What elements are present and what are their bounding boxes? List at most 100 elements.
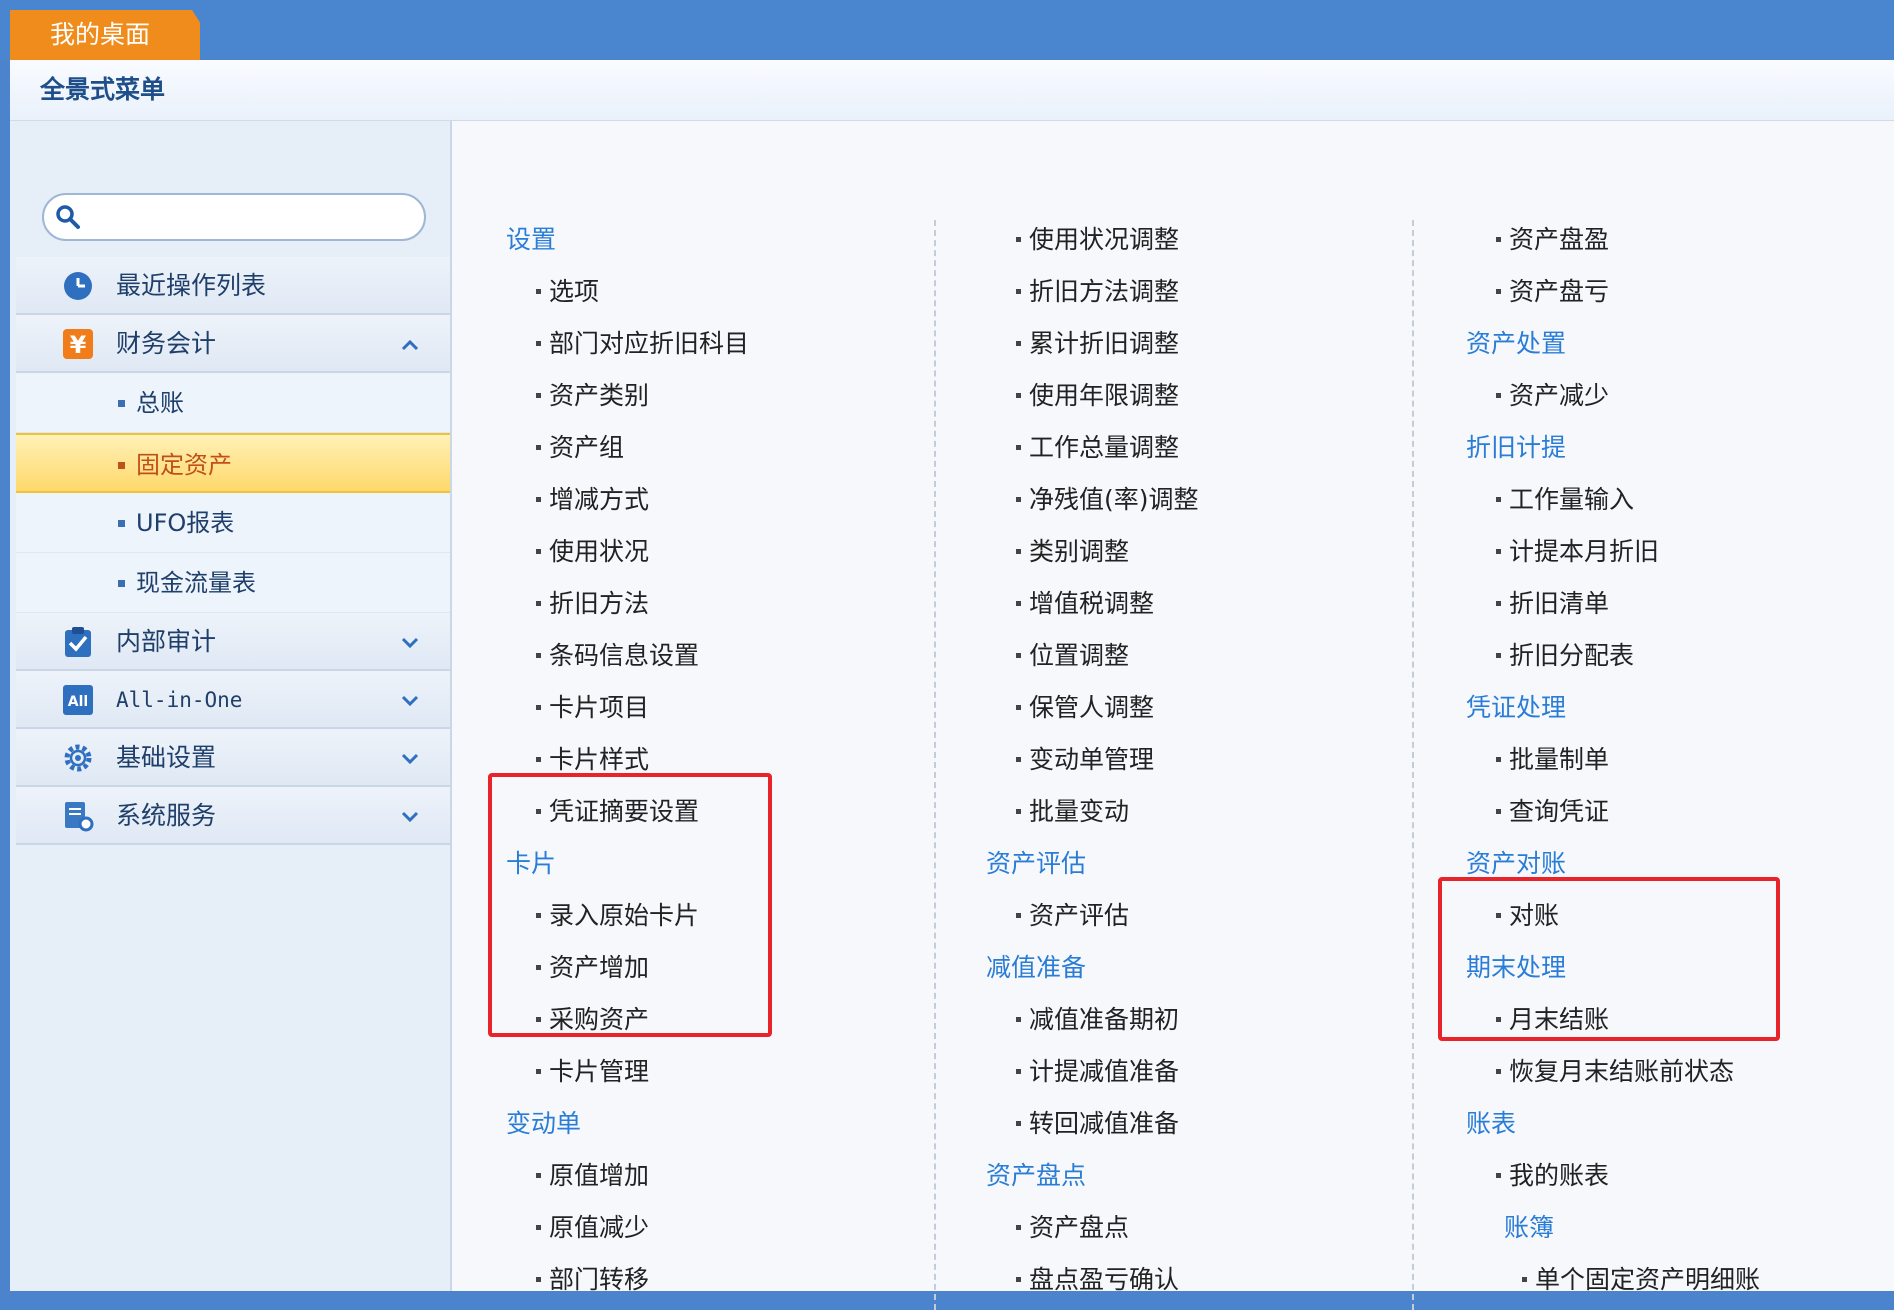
menu-section-heading[interactable]: 设置	[506, 220, 556, 260]
search-box[interactable]	[42, 193, 426, 241]
bullet-icon	[1496, 808, 1501, 814]
sidebar-item-general-ledger[interactable]: 总账	[16, 373, 450, 433]
menu-item[interactable]: 位置调整	[1016, 636, 1129, 676]
sidebar-group-system-service[interactable]: 系统服务	[16, 787, 450, 845]
menu-item[interactable]: 折旧方法调整	[1016, 272, 1179, 312]
sidebar-group-recent[interactable]: 最近操作列表	[16, 257, 450, 315]
menu-item[interactable]: 单个固定资产明细账	[1522, 1260, 1760, 1300]
menu-item-label: 查询凭证	[1509, 797, 1610, 826]
bullet-icon	[118, 462, 125, 469]
menu-item[interactable]: 计提减值准备	[1016, 1052, 1179, 1092]
sidebar-group-label: 系统服务	[116, 801, 217, 830]
menu-item[interactable]: 折旧方法	[536, 584, 649, 624]
menu-item[interactable]: 原值增加	[536, 1156, 649, 1196]
menu-section-heading[interactable]: 减值准备	[986, 948, 1086, 988]
menu-item[interactable]: 保管人调整	[1016, 688, 1154, 728]
menu-item[interactable]: 工作总量调整	[1016, 428, 1179, 468]
menu-item[interactable]: 卡片管理	[536, 1052, 649, 1092]
menu-item[interactable]: 资产盘点	[1016, 1208, 1129, 1248]
menu-item-label: 条码信息设置	[549, 641, 700, 670]
menu-item[interactable]: 增减方式	[536, 480, 649, 520]
highlight-box-cards	[488, 773, 772, 1037]
sidebar-item-ufo-report[interactable]: UFO报表	[16, 493, 450, 553]
menu-item-label: 计提减值准备	[1029, 1057, 1180, 1086]
tab-my-desktop[interactable]: 我的桌面	[10, 10, 200, 60]
menu-item[interactable]: 原值减少	[536, 1208, 649, 1248]
menu-item[interactable]: 转回减值准备	[1016, 1104, 1179, 1144]
menu-item[interactable]: 资产组	[536, 428, 624, 468]
menu-item-label: 卡片样式	[549, 745, 650, 774]
bullet-icon	[1496, 392, 1501, 398]
menu-item-label: 资产减少	[1509, 381, 1610, 410]
menu-item[interactable]: 折旧清单	[1496, 584, 1609, 624]
chevron-down-icon[interactable]	[400, 633, 420, 653]
search-icon[interactable]	[54, 203, 82, 231]
bullet-icon	[1016, 444, 1021, 450]
menu-item[interactable]: 计提本月折旧	[1496, 532, 1659, 572]
menu-item[interactable]: 累计折旧调整	[1016, 324, 1179, 364]
sidebar-group-audit[interactable]: 内部审计	[16, 613, 450, 671]
bullet-icon	[1016, 652, 1021, 658]
menu-section-heading[interactable]: 资产评估	[986, 844, 1086, 884]
bullet-icon	[1016, 1016, 1021, 1022]
menu-item[interactable]: 条码信息设置	[536, 636, 699, 676]
menu-section-heading[interactable]: 凭证处理	[1466, 688, 1566, 728]
bullet-icon	[118, 400, 125, 407]
bullet-icon	[536, 392, 541, 398]
menu-item[interactable]: 使用状况	[536, 532, 649, 572]
menu-item[interactable]: 折旧分配表	[1496, 636, 1634, 676]
menu-item-label: 批量变动	[1029, 797, 1130, 826]
chevron-down-icon[interactable]	[400, 807, 420, 827]
menu-item[interactable]: 增值税调整	[1016, 584, 1154, 624]
menu-section-heading[interactable]: 变动单	[506, 1104, 581, 1144]
menu-item[interactable]: 资产盘亏	[1496, 272, 1609, 312]
chevron-down-icon[interactable]	[400, 691, 420, 711]
menu-item[interactable]: 使用状况调整	[1016, 220, 1179, 260]
menu-item-label: 折旧清单	[1509, 589, 1610, 618]
menu-item[interactable]: 工作量输入	[1496, 480, 1634, 520]
bullet-icon	[536, 704, 541, 710]
server-settings-icon	[65, 802, 94, 832]
menu-item[interactable]: 卡片项目	[536, 688, 649, 728]
sidebar-item-fixed-assets[interactable]: 固定资产	[16, 433, 450, 493]
sidebar-group-label: 基础设置	[116, 743, 217, 772]
menu-item[interactable]: 资产类别	[536, 376, 649, 416]
menu-item[interactable]: 资产减少	[1496, 376, 1609, 416]
menu-item-label: 资产盘亏	[1509, 277, 1610, 306]
menu-item-label: 工作量输入	[1509, 485, 1635, 514]
menu-item[interactable]: 部门对应折旧科目	[536, 324, 749, 364]
menu-section-heading[interactable]: 账表	[1466, 1104, 1516, 1144]
menu-item[interactable]: 类别调整	[1016, 532, 1129, 572]
menu-item[interactable]: 资产评估	[1016, 896, 1129, 936]
menu-item[interactable]: 批量制单	[1496, 740, 1609, 780]
menu-item[interactable]: 资产盘盈	[1496, 220, 1609, 260]
menu-item-label: 卡片项目	[549, 693, 650, 722]
menu-item[interactable]: 恢复月末结账前状态	[1496, 1052, 1734, 1092]
menu-item[interactable]: 我的账表	[1496, 1156, 1609, 1196]
highlight-box-period-end	[1438, 877, 1780, 1041]
chevron-up-icon[interactable]	[400, 335, 420, 355]
sidebar-group-basic-settings[interactable]: 基础设置	[16, 729, 450, 787]
menu-item[interactable]: 部门转移	[536, 1260, 649, 1300]
menu-item-label: 使用状况调整	[1029, 225, 1180, 254]
sidebar-item-cash-flow[interactable]: 现金流量表	[16, 553, 450, 613]
menu-item-label: 折旧分配表	[1509, 641, 1635, 670]
menu-section-heading[interactable]: 资产处置	[1466, 324, 1566, 364]
menu-item[interactable]: 批量变动	[1016, 792, 1129, 832]
menu-section-heading[interactable]: 折旧计提	[1466, 428, 1566, 468]
search-input[interactable]	[88, 201, 412, 233]
menu-item[interactable]: 净残值(率)调整	[1016, 480, 1199, 520]
menu-item-label: 原值增加	[549, 1161, 650, 1190]
sidebar-group-all-in-one[interactable]: All All-in-One	[16, 671, 450, 729]
chevron-down-icon[interactable]	[400, 749, 420, 769]
menu-item[interactable]: 减值准备期初	[1016, 1000, 1179, 1040]
bullet-icon	[1496, 1068, 1501, 1074]
menu-item[interactable]: 变动单管理	[1016, 740, 1154, 780]
menu-section-heading[interactable]: 账簿	[1504, 1208, 1554, 1248]
menu-item[interactable]: 盘点盈亏确认	[1016, 1260, 1179, 1300]
sidebar-group-finance[interactable]: ¥ 财务会计	[16, 315, 450, 373]
menu-item[interactable]: 选项	[536, 272, 599, 312]
menu-item[interactable]: 查询凭证	[1496, 792, 1609, 832]
menu-item[interactable]: 使用年限调整	[1016, 376, 1179, 416]
menu-section-heading[interactable]: 资产盘点	[986, 1156, 1086, 1196]
